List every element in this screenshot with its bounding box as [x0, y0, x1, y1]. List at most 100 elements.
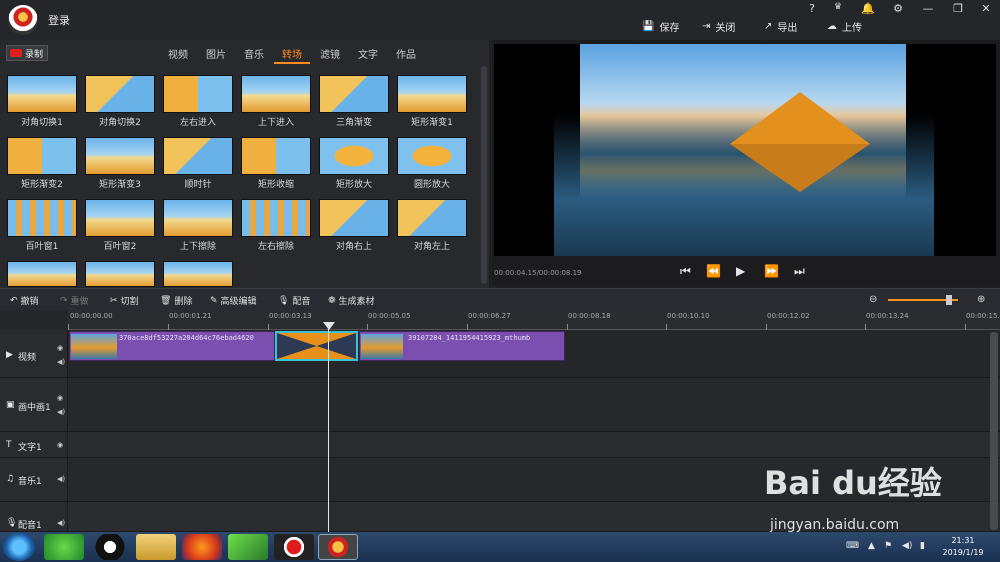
- transition-label: 矩形渐变3: [99, 180, 141, 190]
- transition-thumb[interactable]: [163, 75, 233, 113]
- tab-works[interactable]: 作品: [388, 44, 424, 64]
- skip-start-icon[interactable]: ⏮: [680, 264, 691, 279]
- export-button[interactable]: ↗ 导出: [764, 19, 797, 34]
- taskbar-app-icon[interactable]: [44, 534, 84, 560]
- track-name: 配音1: [18, 521, 42, 531]
- library-scrollbar[interactable]: [481, 66, 487, 284]
- timeline-ruler[interactable]: 00:00:00.00 00:00:01.21 00:00:03.13 00:0…: [68, 310, 1000, 330]
- transition-thumb[interactable]: [85, 137, 155, 175]
- transition-label: 矩形放大: [335, 180, 372, 190]
- speaker-icon[interactable]: ◀): [57, 475, 65, 483]
- video-clip[interactable]: 370ace8df53227a204d64c76ebad4620: [69, 331, 275, 361]
- start-button[interactable]: [3, 533, 35, 561]
- close-window-button[interactable]: ✕: [978, 2, 994, 15]
- transition-thumb[interactable]: [7, 137, 77, 175]
- media-app-icon[interactable]: [228, 534, 268, 560]
- keyboard-icon[interactable]: ⌨: [846, 541, 859, 551]
- signal-icon[interactable]: ▮: [920, 541, 925, 551]
- vip-icon[interactable]: ♛: [830, 2, 846, 12]
- scissors-icon: ✂: [110, 295, 118, 306]
- close-project-button[interactable]: ⇥ 关闭: [702, 19, 735, 34]
- transition-thumb[interactable]: [163, 199, 233, 237]
- transition-thumb[interactable]: [7, 199, 77, 237]
- transition-thumb[interactable]: [241, 137, 311, 175]
- cut-button[interactable]: ✂ 切割: [110, 294, 139, 308]
- login-link[interactable]: 登录: [48, 12, 70, 28]
- help-button[interactable]: ?: [804, 2, 820, 15]
- transition-thumb[interactable]: [85, 199, 155, 237]
- transition-label: 对角右上: [335, 242, 372, 252]
- zoom-out-icon[interactable]: ⊖: [869, 294, 877, 305]
- save-button[interactable]: 💾 保存: [642, 19, 679, 34]
- bell-icon[interactable]: 🔔: [860, 2, 876, 15]
- record-app-icon[interactable]: [274, 534, 314, 560]
- transition-thumb[interactable]: [319, 75, 389, 113]
- transition-thumb[interactable]: [241, 75, 311, 113]
- qq-icon[interactable]: [90, 534, 130, 560]
- editor-app-icon[interactable]: [318, 534, 358, 560]
- track-header: ▶ 视频 ◉ ◀): [0, 330, 68, 377]
- dub-button[interactable]: 🎙 配音: [278, 294, 310, 308]
- tab-filter[interactable]: 滤镜: [312, 44, 348, 64]
- transition-thumb[interactable]: [319, 137, 389, 175]
- firefox-icon[interactable]: [182, 534, 222, 560]
- eye-icon[interactable]: ◉: [57, 344, 63, 352]
- tab-transition[interactable]: 转场: [274, 44, 310, 64]
- transition-thumb[interactable]: [85, 75, 155, 113]
- transition-label: 上下擦除: [179, 242, 216, 252]
- maximize-button[interactable]: ❐: [950, 2, 966, 15]
- system-clock[interactable]: 21:31 2019/1/19: [938, 535, 988, 559]
- speaker-icon[interactable]: ◀): [57, 408, 65, 416]
- play-icon[interactable]: ▶: [736, 264, 745, 278]
- transition-label: 圆形放大: [413, 180, 450, 190]
- volume-icon[interactable]: ◀): [902, 541, 912, 551]
- upload-button[interactable]: ☁ 上传: [827, 19, 862, 34]
- eye-icon[interactable]: ◉: [57, 441, 63, 449]
- speaker-icon[interactable]: ◀): [57, 519, 65, 527]
- network-icon[interactable]: ⚑: [884, 541, 892, 551]
- transition-thumb[interactable]: [397, 137, 467, 175]
- playhead-handle[interactable]: [323, 322, 335, 330]
- transition-thumb[interactable]: [397, 199, 467, 237]
- transition-clip[interactable]: [275, 331, 358, 361]
- preview-timecode: 00:00:04.15/00:00:08.19: [494, 269, 582, 277]
- record-button[interactable]: 录制: [6, 45, 48, 61]
- zoom-in-icon[interactable]: ⊕: [977, 294, 985, 305]
- preview-panel: 00:00:04.15/00:00:08.19 ⏮ ⏪ ▶ ⏩ ⏭: [492, 40, 1000, 286]
- eye-icon[interactable]: ◉: [57, 394, 63, 402]
- zoom-slider-handle[interactable]: [946, 295, 952, 305]
- folder-icon[interactable]: [136, 534, 176, 560]
- generate-material-button[interactable]: ❁ 生成素材: [328, 294, 375, 308]
- speaker-icon[interactable]: ◀): [57, 358, 65, 366]
- step-forward-icon[interactable]: ⏩: [764, 264, 779, 278]
- track-name: 音乐1: [18, 477, 42, 487]
- transition-thumb[interactable]: [163, 261, 233, 287]
- advanced-edit-button[interactable]: ✎ 高级编辑: [210, 294, 257, 308]
- video-clip[interactable]: 39107284_1411954415923_mthumb: [359, 331, 565, 361]
- mountain-reflection: [730, 144, 870, 192]
- transition-thumb[interactable]: [397, 75, 467, 113]
- tray-arrow-icon[interactable]: ▲: [868, 541, 875, 551]
- microphone-icon: 🎙: [6, 518, 18, 528]
- tab-music[interactable]: 音乐: [236, 44, 272, 64]
- transition-thumb[interactable]: [7, 261, 77, 287]
- transition-thumb[interactable]: [319, 199, 389, 237]
- redo-button[interactable]: ↷ 重做: [60, 294, 89, 308]
- transition-thumb[interactable]: [7, 75, 77, 113]
- transition-thumb[interactable]: [85, 261, 155, 287]
- transition-thumb[interactable]: [163, 137, 233, 175]
- delete-button[interactable]: 🗑 删除: [160, 294, 192, 308]
- step-back-icon[interactable]: ⏪: [706, 264, 721, 278]
- music-note-icon: ♫: [6, 474, 15, 484]
- tab-text[interactable]: 文字: [350, 44, 386, 64]
- timeline-scrollbar[interactable]: [990, 332, 998, 530]
- gear-icon[interactable]: ⚙: [890, 2, 906, 15]
- undo-button[interactable]: ↶ 撤销: [10, 294, 39, 308]
- tab-video[interactable]: 视频: [160, 44, 196, 64]
- skip-end-icon[interactable]: ⏭: [794, 264, 805, 279]
- transition-thumb[interactable]: [241, 199, 311, 237]
- playhead[interactable]: [328, 322, 329, 532]
- tab-image[interactable]: 图片: [198, 44, 234, 64]
- app-logo: [8, 5, 38, 35]
- minimize-button[interactable]: —: [920, 2, 936, 15]
